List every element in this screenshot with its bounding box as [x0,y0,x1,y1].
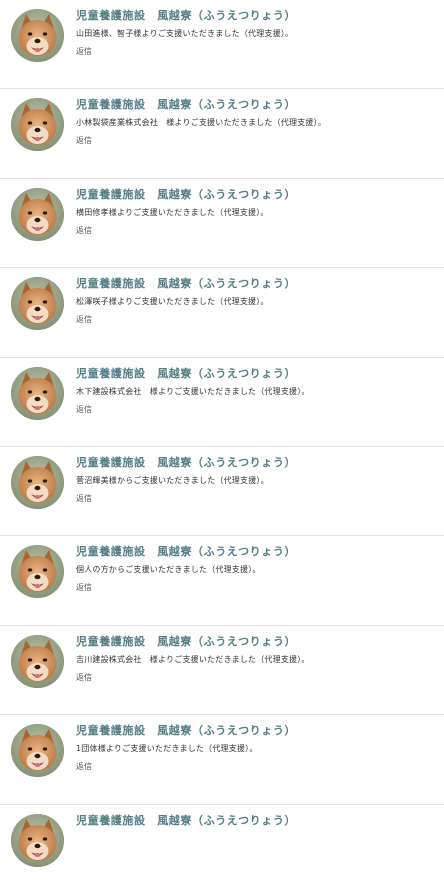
list-item-content: 児童養護施設 風越寮（ふうえつりょう） 山田進様、智子様よりご支援いただきました… [76,9,440,58]
list-item-content: 児童養護施設 風越寮（ふうえつりょう） 菅沼輝美様からご支援いただきました（代理… [76,456,440,505]
reply-link[interactable]: 返信 [76,761,92,772]
facility-name-link[interactable]: 児童養護施設 風越寮（ふうえつりょう） [76,814,440,828]
reply-link[interactable]: 返信 [76,493,92,504]
list-item-content: 児童養護施設 風越寮（ふうえつりょう） 松澤咲子様よりご支援いただきました（代理… [76,277,440,326]
dog-avatar-icon[interactable] [11,277,64,331]
dog-avatar-icon[interactable] [11,98,64,152]
support-message: 山田進様、智子様よりご支援いただきました（代理支援）。 [76,29,294,38]
reply-link[interactable]: 返信 [76,135,92,146]
support-message: 松澤咲子様よりご支援いただきました（代理支援）。 [76,297,269,307]
reply-link[interactable]: 返信 [76,46,92,57]
list-item-content: 児童養護施設 風越寮（ふうえつりょう） [76,814,440,852]
facility-name-link[interactable]: 児童養護施設 風越寮（ふうえつりょう） [76,98,440,112]
list-item: 児童養護施設 風越寮（ふうえつりょう） 1団体様よりご支援いただきました（代理支… [0,715,444,805]
reply-link[interactable]: 返信 [76,582,92,593]
support-message: 木下建設株式会社 様よりご支援いただきました（代理支援）。 [76,386,310,396]
facility-name-link[interactable]: 児童養護施設 風越寮（ふうえつりょう） [76,367,440,381]
list-item-content: 児童養護施設 風越寮（ふうえつりょう） 吉川建設株式会社 様よりご支援いただきま… [76,635,440,684]
reply-link[interactable]: 返信 [76,404,92,415]
reply-link[interactable]: 返信 [76,314,92,325]
list-item: 児童養護施設 風越寮（ふうえつりょう） 個人の方からご支援いただきました（代理支… [0,536,444,626]
dog-avatar-icon[interactable] [11,634,64,688]
facility-name-link[interactable]: 児童養護施設 風越寮（ふうえつりょう） [76,188,440,202]
list-item: 児童養護施設 風越寮（ふうえつりょう） 松澤咲子様よりご支援いただきました（代理… [0,268,444,358]
list-item-content: 児童養護施設 風越寮（ふうえつりょう） 木下建設株式会社 様よりご支援いただきま… [76,367,440,416]
list-item: 児童養護施設 風越寮（ふうえつりょう） 山田進様、智子様よりご支援いただきました… [0,0,444,90]
list-item: 児童養護施設 風越寮（ふうえつりょう） [0,805,444,894]
list-item: 児童養護施設 風越寮（ふうえつりょう） 木下建設株式会社 様よりご支援いただきま… [0,358,444,447]
dog-avatar-icon[interactable] [11,813,64,867]
list-item-content: 児童養護施設 風越寮（ふうえつりょう） 1団体様よりご支援いただきました（代理支… [76,724,440,773]
list-item-content: 児童養護施設 風越寮（ふうえつりょう） 小林製袋産業株式会社 様よりご支援いただ… [76,98,440,147]
list-item-content: 児童養護施設 風越寮（ふうえつりょう） 横田修孝様よりご支援いただきました（代理… [76,188,440,237]
dog-avatar-icon[interactable] [11,366,64,420]
list-item-content: 児童養護施設 風越寮（ふうえつりょう） 個人の方からご支援いただきました（代理支… [76,545,440,594]
support-message: 横田修孝様よりご支援いただきました（代理支援）。 [76,207,269,217]
facility-name-link[interactable]: 児童養護施設 風越寮（ふうえつりょう） [76,545,440,559]
support-message: 個人の方からご支援いただきました（代理支援）。 [76,565,261,575]
dog-avatar-icon[interactable] [11,455,64,509]
facility-name-link[interactable]: 児童養護施設 風越寮（ふうえつりょう） [76,456,440,470]
facility-name-link[interactable]: 児童養護施設 風越寮（ふうえつりょう） [76,277,440,291]
facility-name-link[interactable]: 児童養護施設 風越寮（ふうえつりょう） [76,724,440,738]
support-message: 小林製袋産業株式会社 様よりご支援いただきました（代理支援）。 [76,118,327,128]
activity-feed: 児童養護施設 風越寮（ふうえつりょう） 山田進様、智子様よりご支援いただきました… [0,0,444,894]
support-message: 菅沼輝美様からご支援いただきました（代理支援）。 [76,475,269,485]
reply-link[interactable]: 返信 [76,672,92,683]
list-item: 児童養護施設 風越寮（ふうえつりょう） 小林製袋産業株式会社 様よりご支援いただ… [0,89,444,179]
support-message: 1団体様よりご支援いただきました（代理支援）。 [76,744,258,754]
list-item: 児童養護施設 風越寮（ふうえつりょう） 吉川建設株式会社 様よりご支援いただきま… [0,626,444,716]
facility-name-link[interactable]: 児童養護施設 風越寮（ふうえつりょう） [76,635,440,649]
facility-name-link[interactable]: 児童養護施設 風越寮（ふうえつりょう） [76,9,440,23]
dog-avatar-icon[interactable] [11,187,64,241]
reply-link[interactable]: 返信 [76,225,92,236]
dog-avatar-icon[interactable] [11,545,64,599]
support-message: 吉川建設株式会社 様よりご支援いただきました（代理支援）。 [76,654,310,664]
list-item: 児童養護施設 風越寮（ふうえつりょう） 菅沼輝美様からご支援いただきました（代理… [0,447,444,537]
dog-avatar-icon[interactable] [11,724,64,778]
dog-avatar-icon[interactable] [11,9,64,62]
list-item: 児童養護施設 風越寮（ふうえつりょう） 横田修孝様よりご支援いただきました（代理… [0,179,444,269]
